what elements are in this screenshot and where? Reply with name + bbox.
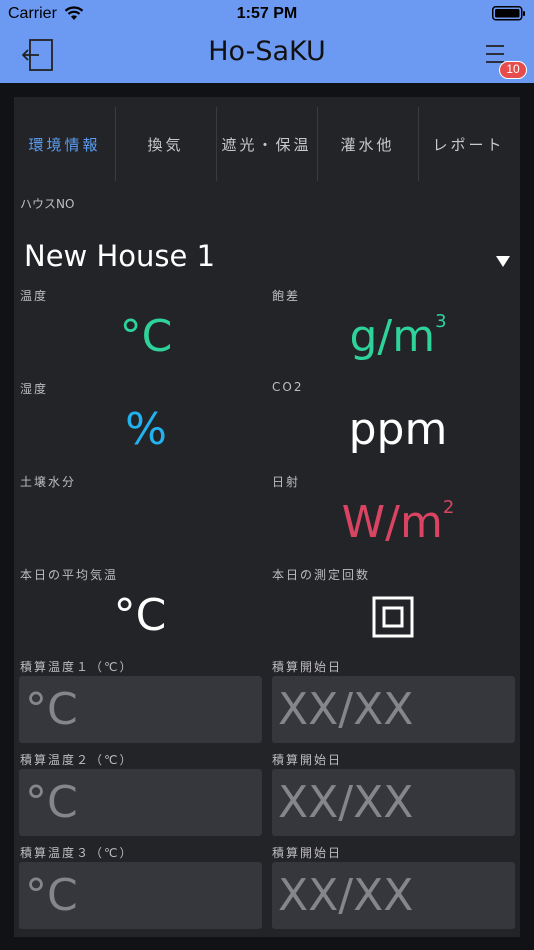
tab-environment[interactable]: 環境情報 xyxy=(14,107,115,181)
temperature-label: 温度 xyxy=(20,289,49,303)
accum-temp-2-label: 積算温度２（℃） xyxy=(20,753,134,767)
accum-start-3-field[interactable]: XX/XX xyxy=(272,862,515,929)
accum-start-1-label: 積算開始日 xyxy=(272,660,343,674)
tab-bar: 環境情報 換気 遮光・保温 灌水他 レポート xyxy=(14,107,520,181)
avg-temp-value: °C xyxy=(113,590,167,641)
co2-value: ppm xyxy=(348,404,448,455)
accum-temp-3-field[interactable]: °C xyxy=(19,862,262,929)
accum-start-1-field[interactable]: XX/XX xyxy=(272,676,515,743)
top-bar: Carrier 1:57 PM Ho-SaKU 10 xyxy=(0,0,534,83)
house-select[interactable]: New House 1 xyxy=(24,239,215,273)
tab-ventilation[interactable]: 換気 xyxy=(115,107,216,181)
solar-label: 日射 xyxy=(272,475,301,489)
saturation-deficit-sup: 3 xyxy=(435,311,447,332)
accum-temp-1-field[interactable]: °C xyxy=(19,676,262,743)
accum-temp-3-label: 積算温度３（℃） xyxy=(20,846,134,860)
app-title: Ho-SaKU xyxy=(208,36,326,67)
tab-irrigation[interactable]: 灌水他 xyxy=(317,107,418,181)
house-label: ハウスNO xyxy=(20,197,75,211)
tab-report[interactable]: レポート xyxy=(418,107,519,181)
avg-temp-label: 本日の平均気温 xyxy=(20,568,119,582)
co2-label: CO2 xyxy=(272,380,304,394)
soil-moisture-label: 土壌水分 xyxy=(20,475,77,489)
status-time: 1:57 PM xyxy=(236,5,298,22)
main-panel: 環境情報 換気 遮光・保温 灌水他 レポート ハウスNO New House 1… xyxy=(14,97,520,937)
dropdown-arrow-icon[interactable] xyxy=(496,256,510,267)
humidity-label: 湿度 xyxy=(20,382,49,396)
square-frame-icon xyxy=(372,596,414,638)
measure-count-label: 本日の測定回数 xyxy=(272,568,371,582)
accum-start-2-field[interactable]: XX/XX xyxy=(272,769,515,836)
accum-start-3-label: 積算開始日 xyxy=(272,846,343,860)
accum-temp-1-label: 積算温度１（℃） xyxy=(20,660,134,674)
solar-value: W/m2 xyxy=(278,497,518,548)
saturation-deficit-value: g/m3 xyxy=(278,311,518,362)
tab-shading[interactable]: 遮光・保温 xyxy=(216,107,317,181)
temperature-value: °C xyxy=(119,311,173,362)
status-bar: Carrier 1:57 PM xyxy=(0,0,534,28)
accum-start-2-label: 積算開始日 xyxy=(272,753,343,767)
battery-icon xyxy=(492,6,525,21)
notification-badge[interactable]: 10 xyxy=(499,61,527,79)
humidity-value: % xyxy=(125,404,167,455)
solar-sup: 2 xyxy=(442,497,455,518)
solar-unit: W/m xyxy=(341,497,443,548)
saturation-deficit-unit: g/m xyxy=(349,311,436,362)
accum-temp-2-field[interactable]: °C xyxy=(19,769,262,836)
saturation-deficit-label: 飽差 xyxy=(272,289,301,303)
